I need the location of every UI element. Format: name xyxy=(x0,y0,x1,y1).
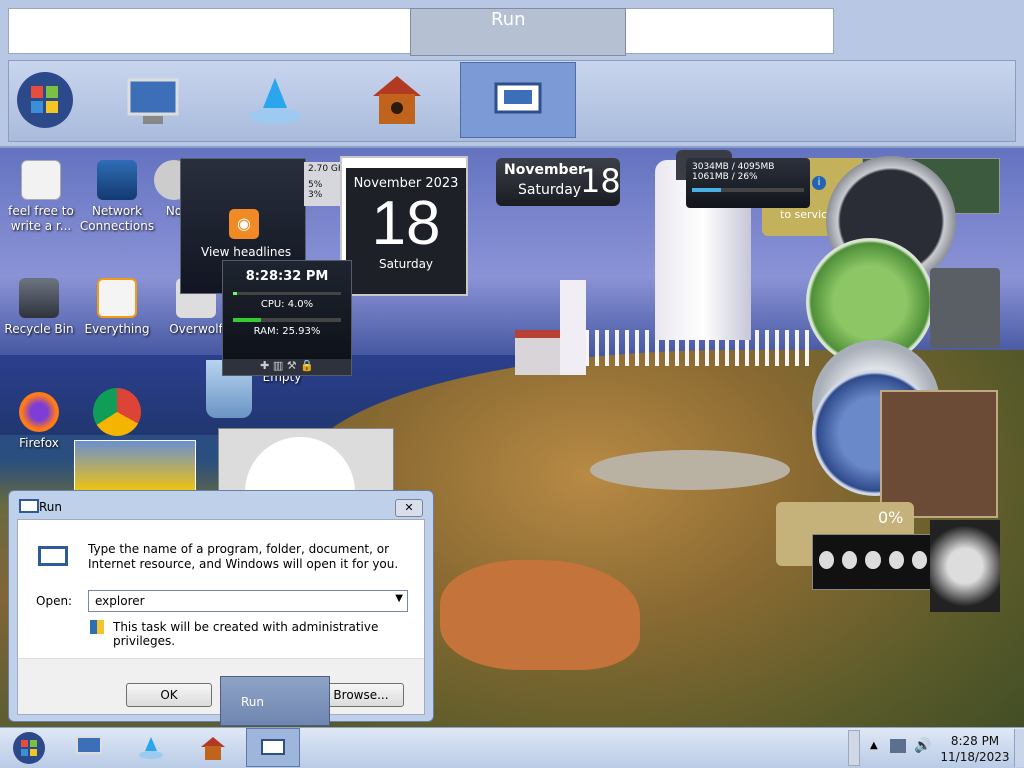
desktop-icon-chrome[interactable] xyxy=(82,388,152,440)
rocks-background xyxy=(440,560,640,670)
admin-note: This task will be created with administr… xyxy=(113,620,379,648)
rss-headlines-link[interactable]: View headlines xyxy=(201,245,291,259)
run-icon xyxy=(38,546,68,566)
date-month: November xyxy=(504,162,585,178)
taskbar-run-button[interactable] xyxy=(246,728,300,767)
everything-icon xyxy=(97,278,137,318)
start-orb-icon[interactable] xyxy=(10,62,80,138)
photo-gadget xyxy=(74,440,196,492)
memory-bar xyxy=(692,188,804,192)
date-day: 18 xyxy=(580,162,621,200)
gadget-toolbar[interactable]: ✚ ▥ ⚒ 🔒 xyxy=(223,359,351,375)
shutdown-buttons xyxy=(813,535,933,585)
overwolf-icon-large[interactable] xyxy=(240,62,310,138)
network-tray-icon[interactable] xyxy=(890,739,906,753)
network-status-text: to servic xyxy=(780,208,828,221)
cpu-bar xyxy=(233,292,341,295)
memory-line2: 1061MB / 26% xyxy=(692,172,758,182)
logoff-icon[interactable] xyxy=(911,551,928,569)
tray-clock[interactable]: 8:28 PM 11/18/2023 xyxy=(940,733,1010,765)
desktop-icon-firefox[interactable]: Firefox xyxy=(0,392,78,451)
sleep-icon[interactable] xyxy=(842,551,858,569)
taskbar-scrollbar[interactable] xyxy=(848,730,860,766)
shield-icon xyxy=(90,620,104,634)
desktop-icon-recycle-bin[interactable]: Recycle Bin xyxy=(0,278,78,337)
taskbar-birdhouse-button[interactable] xyxy=(186,728,240,767)
drive-percent: 0% xyxy=(878,508,904,527)
desktop-icon-label: Everything xyxy=(84,322,150,336)
calendar-face: November 2023 18 Saturday xyxy=(346,168,466,294)
ok-button[interactable]: OK xyxy=(126,683,212,707)
rss-icon: ◉ xyxy=(229,209,259,239)
ram-usage: RAM: 25.93% xyxy=(253,326,321,337)
taskbar-desktop-button[interactable] xyxy=(62,728,116,767)
run-description: Type the name of a program, folder, docu… xyxy=(88,542,399,571)
browse-button[interactable]: Browse... xyxy=(318,683,404,707)
tray-time: 8:28 PM xyxy=(950,734,1000,748)
birdhouse-icon-large[interactable] xyxy=(362,62,432,138)
shutdown-gadget[interactable] xyxy=(812,534,934,590)
dark-gadget xyxy=(930,268,1000,348)
network-icon xyxy=(97,160,137,200)
calendar-day: 18 xyxy=(371,189,441,258)
open-label: Open: xyxy=(36,594,73,608)
open-input[interactable]: explorer xyxy=(95,594,145,608)
gauge-gadget xyxy=(930,520,1000,612)
date-weekday: Saturday xyxy=(518,182,582,198)
close-button[interactable]: ✕ xyxy=(395,499,423,517)
calendar-weekday: Saturday xyxy=(378,257,434,271)
taskbar-thumbnail-tooltip[interactable]: Run xyxy=(220,676,330,726)
desktop-icon-everything[interactable]: Everything xyxy=(78,278,156,337)
preview-run-thumbnail[interactable]: Run xyxy=(410,8,626,56)
run-title-icon xyxy=(19,499,39,513)
desktop-icon-label: Network Connections xyxy=(79,204,155,233)
volume-icon[interactable]: 🔊 xyxy=(914,738,931,754)
open-combobox[interactable]: explorer ▼ xyxy=(88,590,408,612)
clock-time: 8:28:32 PM xyxy=(245,269,329,284)
show-hidden-icons-icon[interactable]: ▲ xyxy=(870,740,878,751)
desktop-icon-label: Firefox xyxy=(19,436,59,450)
ram-bar xyxy=(233,318,341,322)
chimney-background xyxy=(560,280,586,375)
document-icon xyxy=(21,160,61,200)
desktop-icon-textfile[interactable]: feel free to write a r... xyxy=(2,160,80,234)
desktop-icon-network[interactable]: Network Connections xyxy=(78,160,156,234)
recycle-bin-icon xyxy=(19,278,59,318)
tray-date: 11/18/2023 xyxy=(940,750,1010,764)
system-monitor-gadget[interactable]: 8:28:32 PM CPU: 4.0% RAM: 25.93% ✚ ▥ ⚒ 🔒 xyxy=(222,260,352,376)
desktop-icon-label: Recycle Bin xyxy=(4,322,74,336)
memory-gadget[interactable]: 3034MB / 4095MB 1061MB / 26% xyxy=(686,158,810,208)
taskbar-overwolf-button[interactable] xyxy=(124,728,178,767)
run-dialog-title: Run xyxy=(39,500,63,514)
chevron-down-icon[interactable]: ▼ xyxy=(395,593,403,604)
media-gadget xyxy=(218,428,394,547)
calendar-gadget[interactable]: November 2023 18 Saturday xyxy=(340,156,468,296)
puzzle-gadget[interactable] xyxy=(880,390,998,518)
start-button[interactable] xyxy=(2,728,56,767)
info-icon: i xyxy=(812,176,826,190)
tooltip-label: Run xyxy=(241,695,265,709)
desktop-icon-large[interactable] xyxy=(118,62,188,138)
desktop-icon-label: Overwolf xyxy=(169,322,223,336)
restart-icon[interactable] xyxy=(865,551,881,569)
memory-line1: 3034MB / 4095MB xyxy=(692,162,775,172)
preview-run-label: Run xyxy=(491,9,526,30)
rocks-background xyxy=(590,450,790,490)
power-icon[interactable] xyxy=(819,551,835,569)
firefox-icon xyxy=(19,392,59,432)
desktop-icon-label: feel free to write a r... xyxy=(8,204,74,233)
chrome-icon xyxy=(93,388,141,436)
show-desktop-button[interactable] xyxy=(1014,729,1024,767)
cpu-usage: CPU: 4.0% xyxy=(260,299,314,310)
run-icon-large[interactable] xyxy=(460,62,576,138)
date-gadget[interactable]: November Saturday 18 xyxy=(496,158,621,206)
lock-icon[interactable] xyxy=(888,551,904,569)
